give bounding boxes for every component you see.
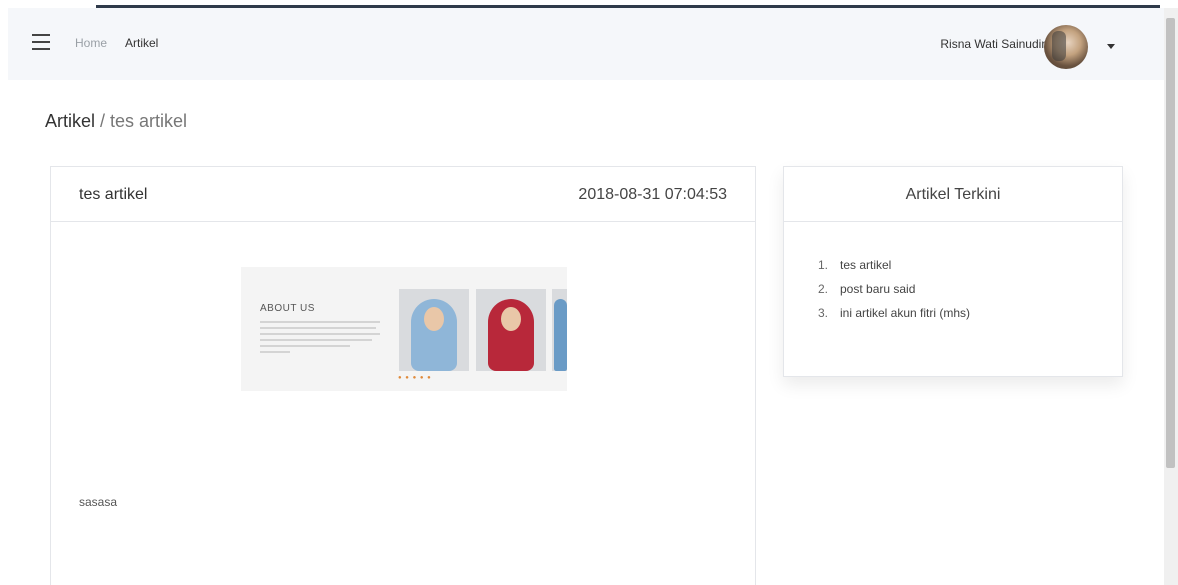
image-text-line	[260, 351, 290, 353]
article-body: sasasa	[79, 495, 118, 509]
team-photo	[399, 289, 469, 371]
image-text-line	[260, 321, 380, 323]
list-item-number: 3.	[818, 306, 829, 320]
nav-link-home[interactable]: Home	[75, 36, 107, 50]
breadcrumb-separator: /	[95, 111, 111, 131]
image-text-line	[260, 345, 350, 347]
list-item-label[interactable]: tes artikel	[840, 258, 891, 272]
article-card: tes artikel 2018-08-31 07:04:53 ABOUT US…	[50, 166, 756, 585]
article-card-header: tes artikel 2018-08-31 07:04:53	[51, 167, 755, 222]
image-text-line	[260, 339, 372, 341]
image-text-line	[260, 327, 376, 329]
top-navbar: Home Artikel Risna Wati Sainudin	[8, 8, 1164, 80]
nav-link-artikel[interactable]: Artikel	[125, 36, 158, 50]
image-text-line	[260, 333, 380, 335]
breadcrumb: Artikel / tes artikel	[45, 111, 187, 132]
team-photo	[476, 289, 546, 371]
list-item[interactable]: 3. ini artikel akun fitri (mhs)	[818, 305, 970, 329]
list-item-label[interactable]: ini artikel akun fitri (mhs)	[840, 306, 970, 320]
article-date: 2018-08-31 07:04:53	[578, 186, 727, 203]
recent-articles-title: Artikel Terkini	[905, 186, 1001, 203]
image-heading: ABOUT US	[260, 303, 315, 314]
page-scrollbar[interactable]	[1164, 8, 1178, 585]
recent-articles-list: 1. tes artikel 2. post baru said 3. ini art…	[818, 257, 970, 329]
list-item[interactable]: 2. post baru said	[818, 281, 970, 305]
menu-icon[interactable]	[32, 34, 52, 50]
list-item-number: 1.	[818, 258, 829, 272]
article-image: ABOUT US ● ● ● ● ●	[241, 267, 567, 391]
list-item-number: 2.	[818, 282, 829, 296]
chevron-down-icon[interactable]	[1107, 44, 1115, 49]
article-title: tes artikel	[79, 186, 148, 203]
recent-articles-header: Artikel Terkini	[784, 167, 1122, 222]
carousel-dots[interactable]: ● ● ● ● ●	[398, 375, 432, 381]
list-item-label[interactable]: post baru said	[840, 282, 915, 296]
avatar[interactable]	[1044, 25, 1088, 69]
breadcrumb-main[interactable]: Artikel	[45, 111, 95, 131]
user-name: Risna Wati Sainudin	[940, 37, 1048, 51]
scrollbar-thumb[interactable]	[1166, 18, 1175, 468]
breadcrumb-sub: tes artikel	[110, 111, 188, 131]
team-photo	[552, 289, 567, 371]
recent-articles-card: Artikel Terkini 1. tes artikel 2. post bar…	[783, 166, 1123, 377]
list-item[interactable]: 1. tes artikel	[818, 257, 970, 281]
